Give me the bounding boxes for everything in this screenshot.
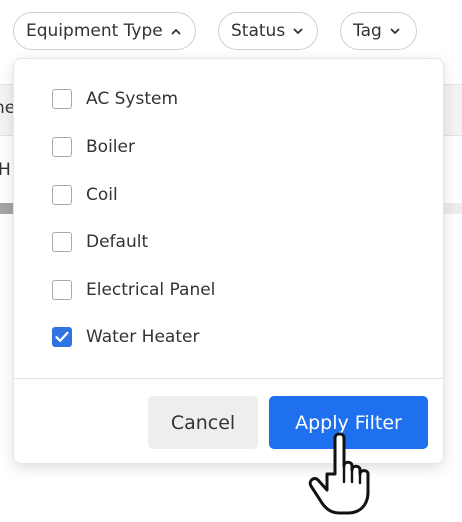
equipment-type-filter-label: Equipment Type [26, 21, 163, 41]
option-boiler[interactable]: Boiler [52, 134, 135, 160]
option-coil[interactable]: Coil [52, 182, 118, 208]
tag-filter-label: Tag [353, 21, 382, 41]
dropdown-divider [14, 378, 443, 379]
cancel-button[interactable]: Cancel [148, 396, 258, 449]
checkbox-water-heater[interactable] [52, 327, 72, 347]
option-electrical-panel[interactable]: Electrical Panel [52, 277, 215, 303]
equipment-type-dropdown: AC System Boiler Coil Default Electrical… [13, 58, 444, 464]
chevron-down-icon [390, 28, 400, 35]
option-label: Boiler [86, 137, 135, 157]
option-label: Electrical Panel [86, 280, 216, 300]
chevron-down-icon [293, 28, 303, 35]
option-label: Default [86, 232, 149, 252]
checkbox-electrical-panel[interactable] [52, 280, 72, 300]
apply-filter-button[interactable]: Apply Filter [269, 396, 428, 449]
option-water-heater[interactable]: Water Heater [52, 324, 199, 350]
status-filter-label: Status [231, 21, 286, 41]
option-label: AC System [86, 89, 178, 109]
checkmark-icon [55, 331, 69, 342]
option-label: Coil [86, 185, 118, 205]
equipment-type-filter-button[interactable]: Equipment Type [13, 12, 196, 50]
checkbox-coil[interactable] [52, 185, 72, 205]
checkbox-boiler[interactable] [52, 137, 72, 157]
checkbox-default[interactable] [52, 232, 72, 252]
table-row-text: H [0, 160, 11, 180]
option-ac-system[interactable]: AC System [52, 86, 178, 112]
checkbox-ac-system[interactable] [52, 89, 72, 109]
tag-filter-button[interactable]: Tag [340, 12, 417, 50]
status-filter-button[interactable]: Status [218, 12, 318, 50]
chevron-up-icon [171, 28, 181, 35]
option-label: Water Heater [86, 327, 200, 347]
option-default[interactable]: Default [52, 229, 148, 255]
